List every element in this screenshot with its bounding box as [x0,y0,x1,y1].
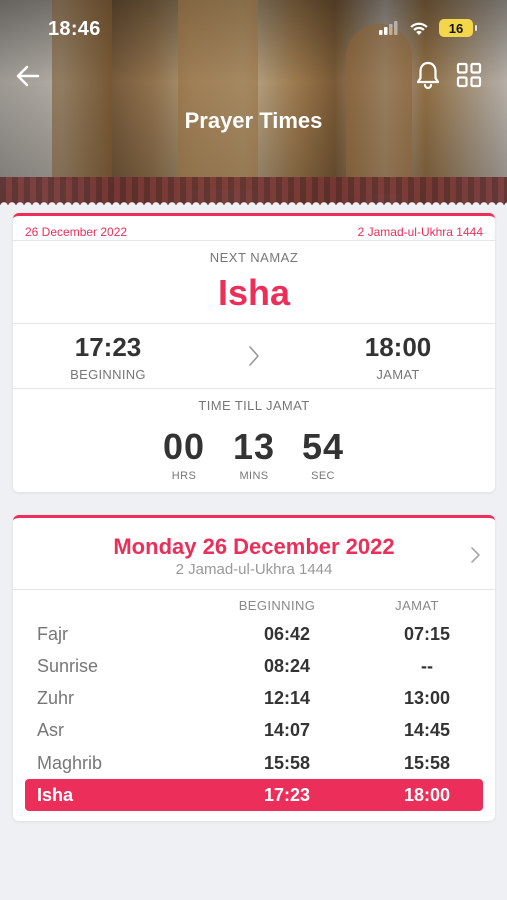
prayer-jamat: -- [421,656,433,676]
grid-icon[interactable] [456,62,482,88]
countdown-unit: MINS [239,470,269,482]
prayer-name: Sunrise [37,656,99,676]
prayer-row-sunrise: Sunrise 08:24 -- [25,650,483,682]
page-title: Prayer Times [184,108,323,133]
countdown-value: 13 [232,426,276,467]
countdown-label: TIME TILL JAMAT [198,398,310,413]
next-namaz-name: Isha [217,272,291,313]
prayer-row-zuhr: Zuhr 12:14 13:00 [25,682,483,714]
prayer-row-fajr: Fajr 06:42 07:15 [25,618,483,650]
daily-schedule-card: Monday 26 December 2022 2 Jamad-ul-Ukhra… [13,515,495,821]
wifi-icon [410,22,428,35]
schedule-day-title: Monday 26 December 2022 [113,534,395,559]
prayer-name: Fajr [37,624,68,644]
column-header-jamat: JAMAT [395,598,439,613]
beginning-time: 17:23 [74,332,142,362]
prayer-beginning: 06:42 [263,624,311,644]
prayer-name: Asr [37,720,64,740]
gregorian-date: 26 December 2022 [25,225,128,239]
prayer-beginning: 08:24 [263,656,311,676]
prayer-jamat: 14:45 [403,720,451,740]
countdown-unit: SEC [311,470,335,482]
signal-icon [379,21,398,35]
prayer-jamat: 13:00 [403,688,451,708]
prayer-row-isha-active: Isha 17:23 18:00 [25,779,483,811]
battery-icon: 16 [439,19,477,37]
prayer-jamat: 18:00 [403,785,451,805]
prayer-row-asr: Asr 14:07 14:45 [25,714,483,746]
prayer-beginning: 14:07 [263,720,311,740]
bell-icon[interactable] [414,60,442,90]
beginning-block: 17:23 BEGINNING [13,332,203,382]
divider [13,240,495,241]
next-day-chevron-icon[interactable] [469,546,481,564]
divider [13,589,495,590]
column-header-beginning: BEGINNING [238,598,316,613]
prayer-row-maghrib: Maghrib 15:58 15:58 [25,747,483,779]
jamat-time: 18:00 [364,332,432,362]
hijri-date: 2 Jamad-ul-Ukhra 1444 [357,225,483,239]
back-arrow-icon[interactable] [14,62,42,90]
prayer-name: Zuhr [37,688,75,708]
scallop-edge [0,198,507,205]
prayer-beginning: 17:23 [263,785,311,805]
prayer-beginning: 15:58 [263,753,311,773]
countdown-minutes: 13 MINS [219,426,289,482]
jamat-label: JAMAT [376,367,420,382]
prayer-jamat: 07:15 [403,624,451,644]
chevron-right-icon [249,346,259,366]
countdown-seconds: 54 SEC [288,426,358,482]
countdown-value: 00 [162,426,206,467]
jamat-block: 18:00 JAMAT [303,332,493,382]
beginning-label: BEGINNING [70,367,146,382]
countdown-hours: 00 HRS [149,426,219,482]
status-icons: 16 [379,19,477,37]
prayer-name: Isha [37,785,74,805]
next-namaz-card: 26 December 2022 2 Jamad-ul-Ukhra 1444 N… [13,213,495,492]
status-time: 18:46 [48,18,101,40]
divider [13,323,495,324]
prayer-beginning: 12:14 [263,688,311,708]
countdown-value: 54 [301,426,345,467]
date-row: 26 December 2022 2 Jamad-ul-Ukhra 1444 [13,216,495,240]
countdown-unit: HRS [171,470,197,482]
schedule-hijri-date: 2 Jamad-ul-Ukhra 1444 [175,561,333,578]
next-namaz-label: NEXT NAMAZ [209,250,299,265]
divider [13,388,495,389]
prayer-name: Maghrib [37,753,103,773]
prayer-jamat: 15:58 [403,753,451,773]
status-bar: 18:46 16 [0,0,507,58]
